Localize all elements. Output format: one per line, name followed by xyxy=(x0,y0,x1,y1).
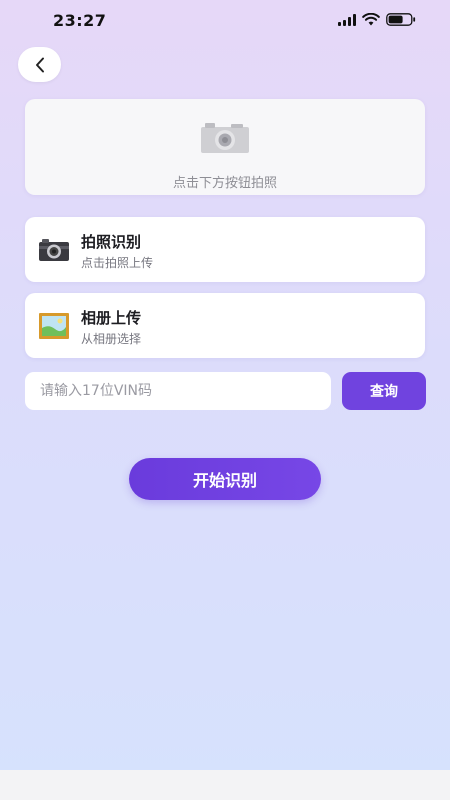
album-upload-option[interactable]: 相册上传 从相册选择 xyxy=(25,293,425,358)
camera-icon xyxy=(39,239,69,261)
status-icons xyxy=(338,13,416,26)
query-button[interactable]: 查询 xyxy=(342,372,426,410)
wifi-icon xyxy=(362,13,380,26)
vin-input[interactable] xyxy=(25,372,331,410)
signal-icon xyxy=(338,13,356,26)
chevron-left-icon xyxy=(35,57,44,72)
camera-placeholder-icon xyxy=(201,123,249,153)
album-upload-subtitle: 从相册选择 xyxy=(81,332,142,346)
take-photo-subtitle: 点击拍照上传 xyxy=(81,256,154,270)
status-time: 23:27 xyxy=(53,11,107,30)
back-button[interactable] xyxy=(18,47,61,82)
take-photo-title: 拍照识别 xyxy=(81,233,142,251)
start-recognition-button[interactable]: 开始识别 xyxy=(129,458,321,500)
picture-frame-icon xyxy=(39,313,69,339)
battery-icon xyxy=(386,13,416,26)
album-upload-title: 相册上传 xyxy=(81,309,142,327)
bottom-bar xyxy=(0,770,450,800)
status-bar: 23:27 xyxy=(0,0,450,44)
take-photo-option[interactable]: 拍照识别 点击拍照上传 xyxy=(25,217,425,282)
preview-hint: 点击下方按钮拍照 xyxy=(172,176,277,191)
